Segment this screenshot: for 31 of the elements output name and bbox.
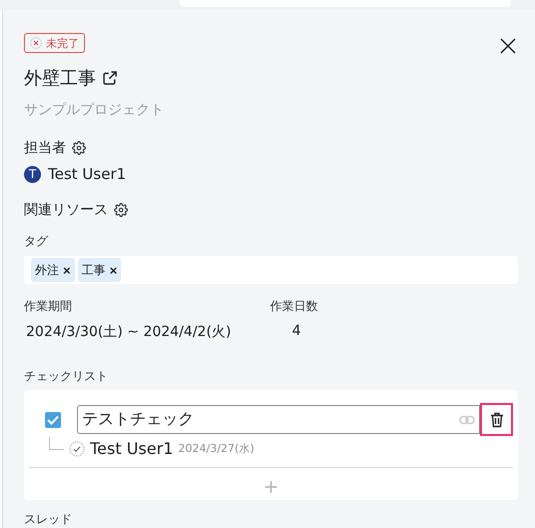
- check-icon: [69, 440, 85, 456]
- settings-icon[interactable]: [114, 203, 128, 217]
- delete-button[interactable]: [480, 403, 513, 436]
- days-label: 作業日数: [270, 298, 319, 315]
- assignee-label: 担当者: [24, 139, 66, 157]
- remove-tag-button[interactable]: ×: [110, 262, 118, 278]
- checked-by-name: Test User1: [90, 439, 174, 458]
- cross-icon: [30, 37, 42, 49]
- remove-tag-button[interactable]: ×: [63, 262, 71, 278]
- trash-icon: [490, 412, 504, 428]
- external-link-icon[interactable]: [102, 70, 118, 86]
- period-label: 作業期間: [24, 298, 73, 315]
- project-name: サンプルプロジェクト: [24, 101, 165, 119]
- tag-chip: 外注 ×: [31, 258, 75, 282]
- thread-label: スレッド: [24, 511, 73, 528]
- close-button[interactable]: [498, 36, 518, 56]
- checked-date: 2024/3/27(水): [178, 441, 254, 456]
- task-title: 外壁工事: [24, 67, 96, 90]
- tag-chip: 工事 ×: [78, 258, 122, 282]
- resources-label: 関連リソース: [24, 201, 108, 219]
- tag-field[interactable]: 外注 × 工事 ×: [24, 256, 518, 284]
- status-badge: 未完了: [24, 33, 85, 53]
- tags-label: タグ: [24, 233, 50, 250]
- settings-icon[interactable]: [72, 141, 86, 155]
- checklist-label: チェックリスト: [24, 368, 109, 385]
- assignee-name: Test User1: [48, 165, 126, 183]
- checkbox[interactable]: [45, 412, 61, 428]
- period-value: 2024/3/30(土) ~ 2024/4/2(火): [25, 323, 232, 341]
- checklist-item-field[interactable]: テストチェック: [77, 405, 480, 434]
- user-avatar: T: [24, 166, 41, 182]
- days-value: 4: [291, 323, 302, 341]
